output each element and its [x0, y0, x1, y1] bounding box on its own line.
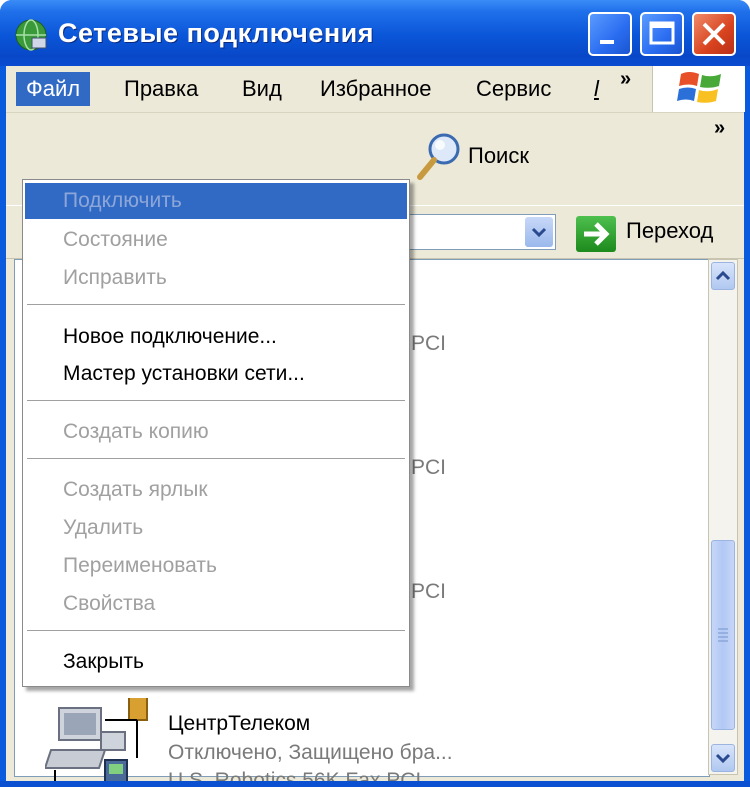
- menu-file-label: Файл: [26, 76, 81, 101]
- minimize-icon: [600, 40, 614, 44]
- menu-item-rename[interactable]: Переименовать: [25, 548, 407, 584]
- maximize-button[interactable]: [640, 12, 684, 56]
- close-button[interactable]: [692, 12, 736, 56]
- search-button[interactable]: Поиск: [416, 131, 596, 183]
- toolbar-overflow-chevron[interactable]: »: [714, 117, 725, 140]
- scroll-up-button[interactable]: [711, 262, 735, 290]
- menu-favorites-label: Избранное: [320, 76, 432, 101]
- menu-item-create-copy[interactable]: Создать копию: [25, 414, 407, 450]
- menu-separator: [27, 630, 405, 631]
- menu-item-close[interactable]: Закрыть: [25, 644, 407, 680]
- title-bar[interactable]: Сетевые подключения: [0, 0, 750, 66]
- menu-help-partial[interactable]: ɫ: [584, 72, 609, 106]
- vertical-scrollbar[interactable]: [708, 259, 738, 775]
- scroll-down-button[interactable]: [711, 744, 735, 772]
- dialup-connection-icon[interactable]: [45, 698, 155, 787]
- menu-item-connect[interactable]: Подключить: [25, 183, 407, 219]
- close-icon: [702, 22, 726, 46]
- window-bottom-border: [0, 781, 750, 787]
- address-dropdown-button[interactable]: [525, 217, 553, 247]
- main-window: Сетевые подключения Файл Правка Вид Избр…: [0, 0, 750, 787]
- network-connections-icon: [15, 19, 47, 51]
- menu-bar: Файл Правка Вид Избранное Сервис ɫ »: [6, 66, 745, 113]
- menu-item-status[interactable]: Состояние: [25, 222, 407, 258]
- device-text-partial-1: PCI: [411, 332, 447, 355]
- window-title: Сетевые подключения: [58, 18, 375, 48]
- go-label[interactable]: Переход: [626, 218, 713, 244]
- thumb-grip-icon: [718, 628, 728, 642]
- search-label: Поиск: [468, 143, 529, 168]
- file-menu-dropdown: Подключить Состояние Исправить Новое под…: [22, 179, 410, 687]
- minimize-button[interactable]: [588, 12, 632, 56]
- menu-help-partial-glyph: ɫ: [594, 76, 599, 101]
- device-text-partial-2: PCI: [411, 456, 447, 479]
- menu-tools-label: Сервис: [476, 76, 552, 101]
- go-button[interactable]: [576, 216, 616, 252]
- maximize-icon: [649, 21, 675, 45]
- menu-separator: [27, 400, 405, 401]
- menu-item-repair[interactable]: Исправить: [25, 260, 407, 296]
- menu-separator: [27, 458, 405, 459]
- scrollbar-thumb[interactable]: [711, 540, 735, 730]
- menu-view-label: Вид: [242, 76, 282, 101]
- windows-flag-icon: [677, 72, 721, 103]
- menu-tools[interactable]: Сервис: [466, 72, 561, 106]
- search-icon: [417, 133, 460, 180]
- chevron-down-icon: [531, 227, 547, 238]
- connection-status: Отключено, Защищено бра...: [168, 741, 453, 764]
- menu-overflow-chevron[interactable]: »: [620, 68, 631, 91]
- window-client-area: Файл Правка Вид Избранное Сервис ɫ » Пои…: [6, 66, 745, 787]
- menu-edit[interactable]: Правка: [114, 72, 208, 106]
- menu-item-delete[interactable]: Удалить: [25, 510, 407, 546]
- menu-file[interactable]: Файл: [16, 72, 91, 106]
- go-arrow-icon: [584, 222, 610, 246]
- windows-logo-area: [652, 66, 745, 112]
- menu-item-create-shortcut[interactable]: Создать ярлык: [25, 472, 407, 508]
- menu-view[interactable]: Вид: [232, 72, 292, 106]
- menu-edit-label: Правка: [124, 76, 199, 101]
- menu-separator: [27, 304, 405, 305]
- menu-favorites[interactable]: Избранное: [310, 72, 442, 106]
- menu-item-network-setup-wizard[interactable]: Мастер установки сети...: [25, 356, 407, 392]
- chevron-up-icon: [715, 270, 731, 281]
- menu-item-properties[interactable]: Свойства: [25, 586, 407, 622]
- connection-name[interactable]: ЦентрТелеком: [168, 712, 310, 736]
- device-text-partial-3: PCI: [411, 580, 447, 603]
- menu-item-new-connection[interactable]: Новое подключение...: [25, 319, 407, 355]
- chevron-down-icon: [715, 753, 731, 764]
